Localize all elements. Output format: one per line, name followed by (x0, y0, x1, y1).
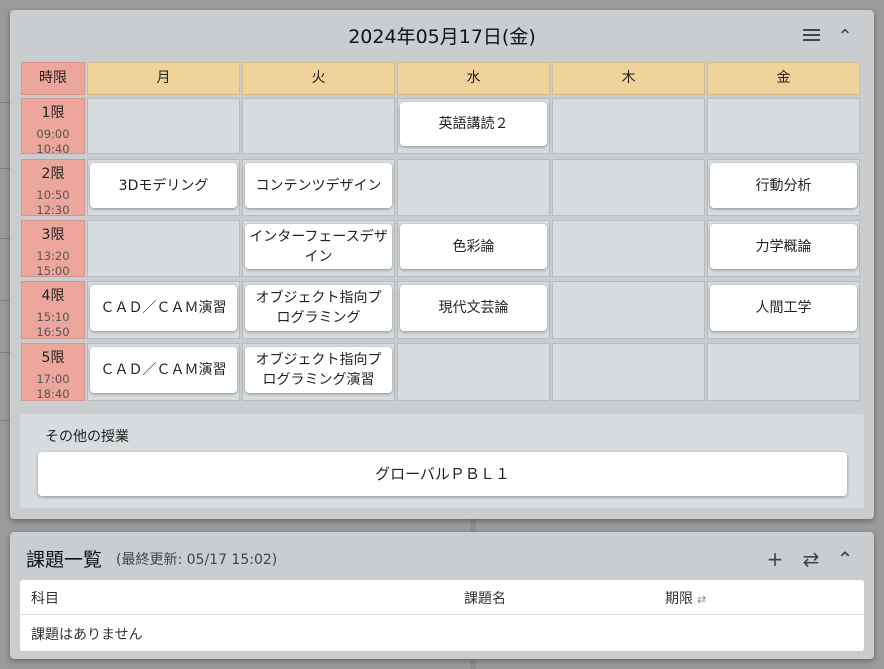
period-end-time: 15:00 (36, 264, 70, 278)
timetable-cell[interactable] (552, 159, 705, 216)
period-label: 1限 (41, 105, 65, 121)
period-label: 2限 (41, 166, 65, 182)
day-header: 木 (552, 62, 705, 95)
course-card[interactable]: 英語講読２ (400, 102, 547, 146)
course-card[interactable]: オブジェクト指向プログラミング演習 (245, 347, 392, 393)
period-start-time: 10:50 (36, 188, 70, 202)
day-header: 水 (397, 62, 550, 95)
period-end-time: 16:50 (36, 325, 70, 339)
timetable-cell[interactable] (707, 98, 860, 154)
day-header: 金 (707, 62, 860, 95)
column-header-deadline[interactable]: 期限 ⇄ (665, 588, 706, 608)
period-cell: 4限 15:10 16:50 (21, 281, 85, 339)
other-course-card[interactable]: グローバルＰＢＬ１ (38, 452, 847, 496)
other-courses-label: その他の授業 (45, 429, 129, 445)
table-divider (20, 614, 864, 615)
period-start-time: 17:00 (36, 372, 70, 386)
course-card[interactable]: 人間工学 (710, 285, 857, 331)
task-panel: 課題一覧 (最終更新: 05/17 15:02) + ⇄ ⌃ 科目 課題名 期限… (10, 532, 874, 659)
add-icon[interactable]: + (764, 548, 786, 570)
course-card[interactable]: ＣＡＤ／ＣＡＭ演習 (90, 285, 237, 331)
period-label: 5限 (41, 350, 65, 366)
course-card[interactable]: 現代文芸論 (400, 285, 547, 331)
course-card[interactable]: オブジェクト指向プログラミング (245, 285, 392, 331)
period-end-time: 10:40 (36, 142, 70, 156)
course-card[interactable]: コンテンツデザイン (245, 163, 392, 208)
course-card[interactable]: ＣＡＤ／ＣＡＭ演習 (90, 347, 237, 393)
sort-icon[interactable]: ⇄ (697, 593, 706, 606)
day-header: 火 (242, 62, 395, 95)
other-courses-section: その他の授業 グローバルＰＢＬ１ (20, 414, 864, 508)
period-label: 4限 (41, 288, 65, 304)
chevron-up-icon[interactable]: ⌃ (834, 548, 856, 570)
course-card[interactable]: 行動分析 (710, 163, 857, 208)
period-header: 時限 (21, 62, 85, 95)
column-header-task-name[interactable]: 課題名 (464, 588, 506, 608)
course-card[interactable]: インターフェースデザイン (245, 224, 392, 269)
period-start-time: 09:00 (36, 127, 70, 141)
timetable-cell[interactable] (707, 343, 860, 401)
timetable-date: 2024年05月17日(金) (348, 26, 536, 48)
timetable-cell[interactable] (552, 98, 705, 154)
timetable-cell[interactable] (397, 343, 550, 401)
timetable-header: 2024年05月17日(金) ⌃ (10, 10, 874, 62)
period-start-time: 13:20 (36, 249, 70, 263)
period-cell: 3限 13:20 15:00 (21, 220, 85, 278)
timetable-cell[interactable] (242, 98, 395, 154)
period-cell: 2限 10:50 12:30 (21, 159, 85, 217)
empty-tasks-message: 課題はありません (31, 627, 143, 643)
timetable-cell[interactable] (87, 98, 240, 154)
task-table: 科目 課題名 期限 ⇄ 課題はありません (20, 580, 864, 651)
period-end-time: 18:40 (36, 387, 70, 401)
column-header-deadline-label: 期限 (665, 591, 693, 607)
period-end-time: 12:30 (36, 203, 70, 217)
course-card[interactable]: 力学概論 (710, 224, 857, 269)
course-card[interactable]: 色彩論 (400, 224, 547, 269)
period-cell: 1限 09:00 10:40 (21, 98, 85, 156)
timetable-cell[interactable] (552, 281, 705, 339)
swap-icon[interactable]: ⇄ (800, 548, 822, 570)
timetable-panel: 2024年05月17日(金) ⌃ 時限月火水木金 1限 09:00 10:40 英語講読… (10, 10, 874, 519)
period-label: 3限 (41, 227, 65, 243)
timetable-cell[interactable] (87, 220, 240, 277)
timetable-cell[interactable] (397, 159, 550, 216)
period-cell: 5限 17:00 18:40 (21, 343, 85, 401)
chevron-up-icon[interactable]: ⌃ (834, 26, 856, 48)
timetable-cell[interactable] (552, 343, 705, 401)
menu-icon[interactable] (800, 26, 822, 48)
task-panel-title: 課題一覧 (26, 549, 103, 571)
last-updated-text: (最終更新: 05/17 15:02) (116, 552, 278, 568)
timetable-cell[interactable] (552, 220, 705, 277)
column-header-subject[interactable]: 科目 (31, 588, 59, 608)
day-header: 月 (87, 62, 240, 95)
period-start-time: 15:10 (36, 310, 70, 324)
course-card[interactable]: 3Dモデリング (90, 163, 237, 208)
